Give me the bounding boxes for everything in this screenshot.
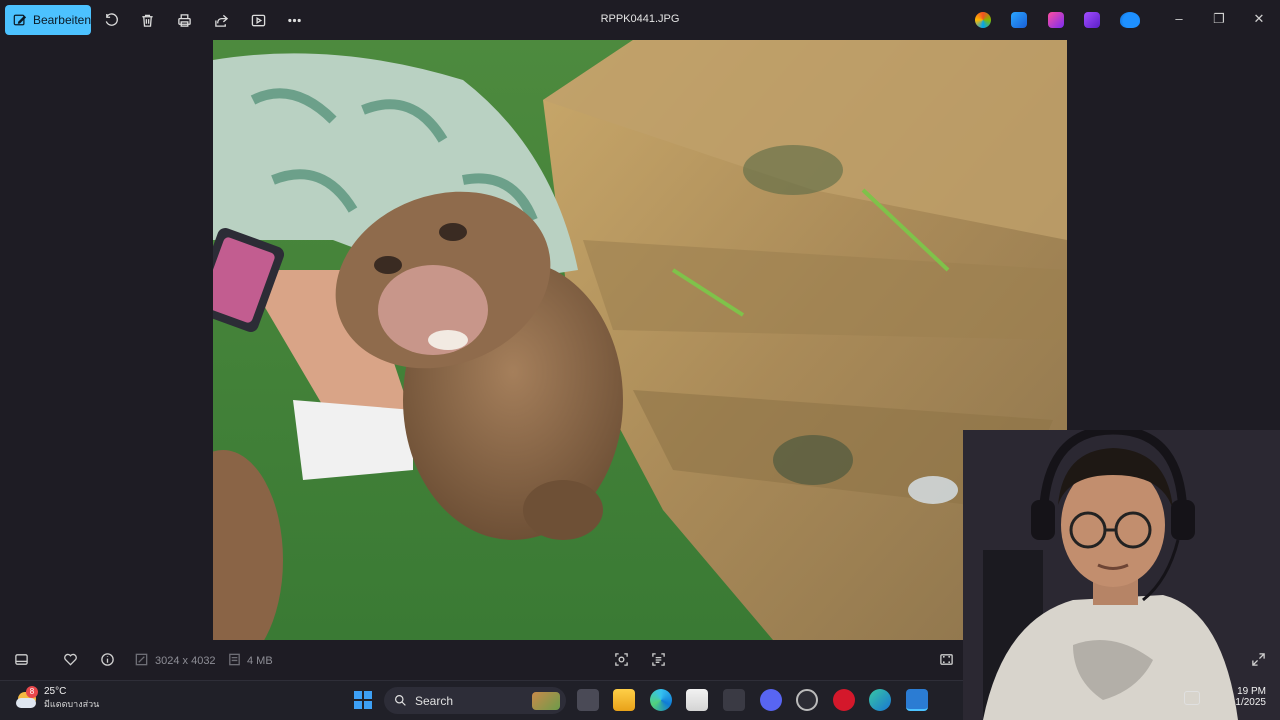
- paint-icon[interactable]: [1048, 12, 1064, 28]
- edit-button-label: Bearbeiten: [32, 13, 91, 27]
- search-icon: [395, 695, 406, 706]
- weather-temperature: 25°C: [44, 686, 67, 697]
- expand-icon[interactable]: [1251, 652, 1267, 668]
- search-highlight-icon: [532, 691, 560, 710]
- app-cube-icon[interactable]: [723, 689, 745, 711]
- store-icon[interactable]: [686, 689, 708, 711]
- tray-icon[interactable]: [1184, 691, 1200, 705]
- rotate-icon[interactable]: [101, 10, 121, 30]
- onedrive-icon[interactable]: [1120, 12, 1140, 28]
- weather-icon: 8: [16, 685, 38, 710]
- visual-search-icon[interactable]: [614, 652, 630, 668]
- delete-icon[interactable]: [137, 10, 157, 30]
- top-toolbar: Bearbeiten RPPK0441.JPG – ❐ ✕: [0, 0, 1280, 40]
- filmstrip-icon[interactable]: [14, 652, 30, 668]
- close-icon[interactable]: ✕: [1251, 11, 1267, 27]
- edit-button[interactable]: Bearbeiten: [5, 5, 91, 35]
- file-size: 4 MB: [247, 655, 273, 667]
- browser-icon[interactable]: [869, 689, 891, 711]
- start-windows-icon[interactable]: [352, 689, 374, 711]
- file-info-icon[interactable]: [100, 652, 116, 668]
- weather-badge: 8: [26, 685, 38, 698]
- task-view-icon[interactable]: [577, 689, 599, 711]
- photo-viewer-image[interactable]: [213, 40, 1067, 640]
- image-dimensions: 3024 x 4032: [155, 655, 216, 667]
- clipchamp-icon[interactable]: [1084, 12, 1100, 28]
- favorite-heart-icon[interactable]: [63, 652, 79, 668]
- restore-icon[interactable]: ❐: [1211, 11, 1227, 27]
- resolution-icon: [134, 652, 150, 668]
- slideshow-icon[interactable]: [248, 10, 268, 30]
- taskbar-search[interactable]: Search: [384, 687, 566, 714]
- search-label: Search: [415, 693, 454, 708]
- text-scan-icon[interactable]: [651, 652, 667, 668]
- weather-description: มีแดดบางส่วน: [44, 699, 100, 709]
- weather-widget[interactable]: 8 25°C มีแดดบางส่วน: [16, 685, 100, 711]
- minimize-icon[interactable]: –: [1171, 11, 1187, 27]
- opera-icon[interactable]: [833, 689, 855, 711]
- fit-to-window-icon[interactable]: [939, 652, 955, 668]
- edit-icon: [13, 14, 27, 26]
- designer-icon[interactable]: [1011, 12, 1027, 28]
- window-title: RPPK0441.JPG: [600, 13, 680, 25]
- discord-icon[interactable]: [760, 689, 782, 711]
- file-explorer-icon[interactable]: [613, 689, 635, 711]
- share-icon[interactable]: [211, 10, 231, 30]
- taskbar-clock[interactable]: 19 PM 1/2025: [1228, 686, 1266, 708]
- obs-icon[interactable]: [796, 689, 818, 711]
- photos-taskbar-icon[interactable]: [906, 689, 928, 711]
- copilot-icon[interactable]: [975, 12, 991, 28]
- print-icon[interactable]: [174, 10, 194, 30]
- file-size-icon: [227, 652, 243, 668]
- webcam-overlay: [963, 430, 1280, 720]
- edge-icon[interactable]: [650, 689, 672, 711]
- clock-date: 1/2025: [1235, 697, 1266, 708]
- more-icon[interactable]: [284, 10, 304, 30]
- clock-time: 19 PM: [1237, 686, 1266, 697]
